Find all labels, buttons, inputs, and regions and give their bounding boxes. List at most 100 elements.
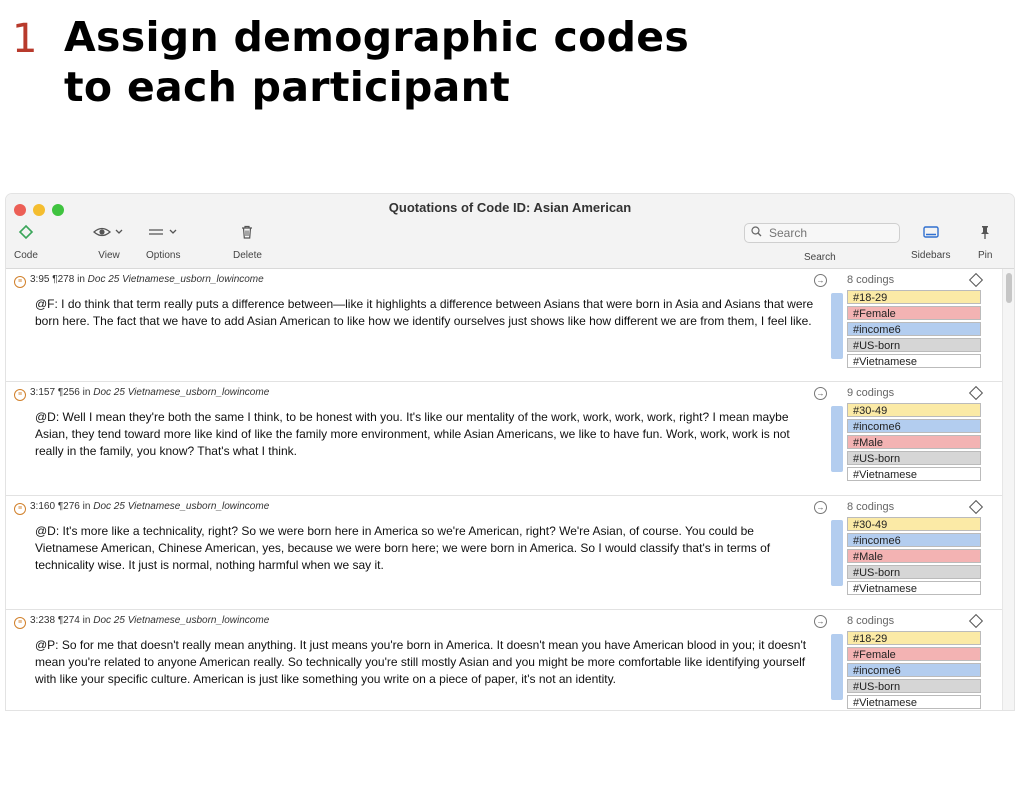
code-chip[interactable]: #income6 xyxy=(847,533,981,547)
quotation-header: ≡ 3:160 ¶276 in Doc 25 Vietnamese_usborn_… xyxy=(14,501,269,515)
quotation-icon: ≡ xyxy=(14,389,26,401)
code-chip[interactable]: #income6 xyxy=(847,322,981,336)
codings-count: 9 codings xyxy=(847,387,895,399)
code-chip-list: #18-29 #Female #income6 #US-born #Vietna… xyxy=(847,290,981,370)
document-name[interactable]: Doc 25 Vietnamese_usborn_lowincome xyxy=(93,387,269,398)
code-chip[interactable]: #US-born xyxy=(847,679,981,693)
vertical-scrollbar[interactable] xyxy=(1002,269,1014,710)
quotation-row[interactable]: ≡ 3:157 ¶256 in Doc 25 Vietnamese_usborn_… xyxy=(6,382,1002,496)
toolbar: Quotations of Code ID: Asian American Co… xyxy=(6,194,1014,269)
paragraph-ref: ¶278 xyxy=(52,274,75,285)
pin-button-label: Pin xyxy=(978,250,993,261)
go-to-quotation-icon[interactable]: → xyxy=(814,501,827,514)
scrollbar-thumb[interactable] xyxy=(1006,273,1012,303)
view-button[interactable]: View xyxy=(92,224,126,261)
quotation-header: ≡ 3:95 ¶278 in Doc 25 Vietnamese_usborn_l… xyxy=(14,274,264,288)
codings-count: 8 codings xyxy=(847,501,895,513)
add-code-diamond-icon[interactable] xyxy=(968,272,984,288)
code-chip[interactable]: #Female xyxy=(847,306,981,320)
diamond-plus-icon xyxy=(14,224,38,244)
code-chip[interactable]: #income6 xyxy=(847,663,981,677)
codings-bar xyxy=(831,634,843,700)
code-chip[interactable]: #Vietnamese xyxy=(847,354,981,368)
code-chip[interactable]: #30-49 xyxy=(847,403,981,417)
document-name[interactable]: Doc 25 Vietnamese_usborn_lowincome xyxy=(88,274,264,285)
slide-title: Assign demographic codes to each partici… xyxy=(64,12,704,112)
code-chip[interactable]: #Vietnamese xyxy=(847,581,981,595)
sidebars-button[interactable]: Sidebars xyxy=(911,224,950,261)
delete-button-label: Delete xyxy=(233,250,262,261)
quotation-icon: ≡ xyxy=(14,617,26,629)
code-chip[interactable]: #US-born xyxy=(847,565,981,579)
paragraph-ref: ¶256 xyxy=(57,387,80,398)
eye-chevron-icon xyxy=(92,224,126,244)
code-chip[interactable]: #30-49 xyxy=(847,517,981,531)
quotation-icon: ≡ xyxy=(14,276,26,288)
quotation-id: 3:160 xyxy=(30,501,56,512)
paragraph-ref: ¶274 xyxy=(57,615,80,626)
document-name[interactable]: Doc 25 Vietnamese_usborn_lowincome xyxy=(93,615,269,626)
quotation-row[interactable]: ≡ 3:160 ¶276 in Doc 25 Vietnamese_usborn_… xyxy=(6,496,1002,610)
quotation-list: ≡ 3:95 ¶278 in Doc 25 Vietnamese_usborn_l… xyxy=(6,269,1002,710)
in-label: in xyxy=(82,615,91,626)
code-chip[interactable]: #US-born xyxy=(847,338,981,352)
document-name[interactable]: Doc 25 Vietnamese_usborn_lowincome xyxy=(93,501,269,512)
codings-bar xyxy=(831,520,843,586)
code-chip[interactable]: #18-29 xyxy=(847,290,981,304)
add-code-diamond-icon[interactable] xyxy=(968,613,984,629)
slide-title-line-2: to each participant xyxy=(64,63,511,111)
go-to-quotation-icon[interactable]: → xyxy=(814,387,827,400)
pin-button[interactable]: Pin xyxy=(978,224,992,261)
in-label: in xyxy=(82,387,91,398)
quotation-id: 3:157 xyxy=(30,387,56,398)
slide-title-line-1: Assign demographic codes xyxy=(64,13,690,61)
trash-icon xyxy=(233,224,262,244)
codings-count: 8 codings xyxy=(847,274,895,286)
code-chip[interactable]: #income6 xyxy=(847,419,981,433)
sidebars-button-label: Sidebars xyxy=(911,250,951,261)
options-button-label: Options xyxy=(146,250,181,261)
quotation-row[interactable]: ≡ 3:95 ¶278 in Doc 25 Vietnamese_usborn_l… xyxy=(6,269,1002,382)
add-code-diamond-icon[interactable] xyxy=(968,385,984,401)
code-chip-list: #18-29 #Female #income6 #US-born #Vietna… xyxy=(847,631,981,710)
search-input[interactable] xyxy=(769,225,889,241)
code-chip[interactable]: #Male xyxy=(847,549,981,563)
code-chip-list: #30-49 #income6 #Male #US-born #Vietname… xyxy=(847,517,981,597)
in-label: in xyxy=(82,501,91,512)
quotation-text: @F: I do think that term really puts a d… xyxy=(35,297,814,328)
search-icon xyxy=(751,226,762,240)
code-chip[interactable]: #US-born xyxy=(847,451,981,465)
code-button[interactable]: Code xyxy=(14,224,38,261)
quotation-header: ≡ 3:157 ¶256 in Doc 25 Vietnamese_usborn_… xyxy=(14,387,269,401)
step-number: 1 xyxy=(12,16,38,62)
codings-bar xyxy=(831,406,843,472)
sidebar-icon xyxy=(911,224,950,244)
add-code-diamond-icon[interactable] xyxy=(968,499,984,515)
view-button-label: View xyxy=(98,250,120,261)
quotation-row[interactable]: ≡ 3:238 ¶274 in Doc 25 Vietnamese_usborn_… xyxy=(6,610,1002,710)
quotation-id: 3:238 xyxy=(30,615,56,626)
pin-icon xyxy=(978,224,992,244)
quotation-icon: ≡ xyxy=(14,503,26,515)
in-label: in xyxy=(77,274,85,285)
search-label: Search xyxy=(804,252,836,263)
paragraph-ref: ¶276 xyxy=(57,501,80,512)
code-chip[interactable]: #18-29 xyxy=(847,631,981,645)
go-to-quotation-icon[interactable]: → xyxy=(814,274,827,287)
quotation-id: 3:95 xyxy=(30,274,50,285)
search-box xyxy=(744,223,900,243)
quotation-text: @P: So for me that doesn't really mean a… xyxy=(35,638,807,686)
go-to-quotation-icon[interactable]: → xyxy=(814,615,827,628)
code-chip[interactable]: #Vietnamese xyxy=(847,467,981,481)
codings-count: 8 codings xyxy=(847,615,895,627)
delete-button[interactable]: Delete xyxy=(233,224,262,261)
code-chip-list: #30-49 #income6 #Male #US-born #Vietname… xyxy=(847,403,981,483)
options-button[interactable]: Options xyxy=(146,224,180,261)
options-lines-icon xyxy=(146,224,180,244)
code-chip[interactable]: #Male xyxy=(847,435,981,449)
quotation-text: @D: It's more like a technicality, right… xyxy=(35,524,771,572)
code-chip[interactable]: #Female xyxy=(847,647,981,661)
code-chip[interactable]: #Vietnamese xyxy=(847,695,981,709)
code-button-label: Code xyxy=(14,250,38,261)
quotation-header: ≡ 3:238 ¶274 in Doc 25 Vietnamese_usborn_… xyxy=(14,615,269,629)
